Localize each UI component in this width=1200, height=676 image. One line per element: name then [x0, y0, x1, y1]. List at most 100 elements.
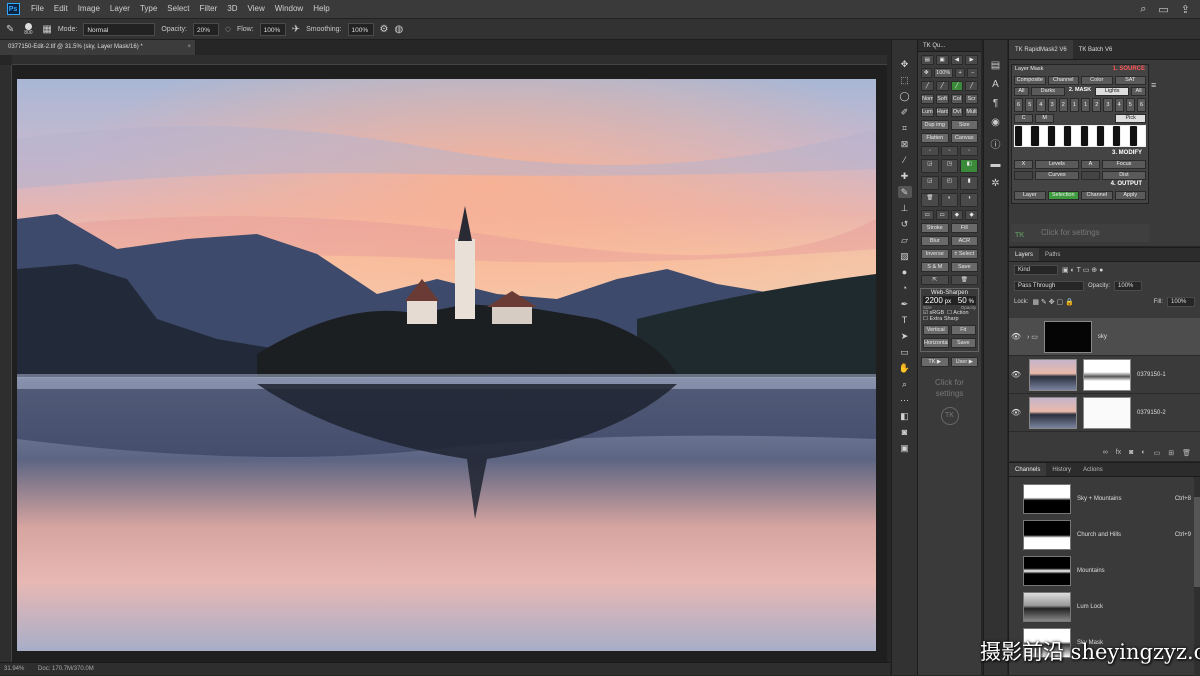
frame-tool-icon[interactable]: ⊠ [898, 138, 912, 150]
layer-opacity-field[interactable]: 100% [1114, 281, 1143, 291]
tab-paths[interactable]: Paths [1039, 248, 1066, 261]
output-layer-button[interactable]: Layer [1014, 191, 1046, 200]
vertical-ruler[interactable] [0, 65, 12, 662]
zone-key[interactable] [1031, 126, 1039, 146]
layer-filter-select[interactable]: Kind [1014, 265, 1058, 275]
inverse-button[interactable]: Inverse [921, 249, 949, 259]
zone-key[interactable] [1105, 126, 1113, 146]
pressure-opacity-icon[interactable]: ◌ [225, 24, 231, 35]
dot-icon[interactable]: ◦ [921, 146, 939, 156]
tab-rapidmask[interactable]: TK RapidMask2 V6 [1009, 40, 1073, 59]
curves-button[interactable]: Curves [1034, 171, 1079, 180]
channel-row[interactable]: Lum Lock [1009, 589, 1195, 625]
all-darks-button[interactable]: All [1014, 87, 1029, 96]
brush-tool-icon[interactable]: ✎ [6, 24, 14, 35]
zone-key[interactable] [1055, 126, 1064, 146]
plugin-icon[interactable]: ✲ [991, 178, 999, 189]
channel-row[interactable]: Mountains [1009, 553, 1195, 589]
tab-batch[interactable]: TK Batch V6 [1073, 40, 1119, 59]
pen-tool-icon[interactable]: ✒ [898, 298, 912, 310]
channel-name[interactable]: Church and Hills [1077, 532, 1175, 538]
layer-name[interactable]: sky [1098, 334, 1107, 340]
eye-icon[interactable]: 👁 [1009, 408, 1023, 417]
eye-icon[interactable]: 👁 [1009, 332, 1023, 341]
link-icon[interactable]: ∞ [1103, 449, 1108, 461]
zoom-100-button[interactable]: 100% [933, 68, 953, 78]
zone-key[interactable] [1047, 126, 1055, 146]
zone-1-light[interactable]: 1 [1081, 98, 1091, 112]
sat-button[interactable]: SAT [1114, 76, 1146, 85]
fx-icon[interactable]: fx [1116, 449, 1121, 461]
output-channel-button[interactable]: Channel [1081, 191, 1113, 200]
menu-filter[interactable]: Filter [195, 0, 223, 18]
zone-key[interactable] [1113, 126, 1121, 146]
eyedropper-tool-icon[interactable]: ⁄ [898, 154, 912, 166]
zone-4-dark[interactable]: 4 [1036, 98, 1046, 112]
horizontal-button[interactable]: Horizontal [923, 338, 949, 348]
new-layer-icon[interactable]: ⊞ [1168, 449, 1174, 461]
output-selection-button[interactable]: Selection [1047, 191, 1079, 200]
zone-2-light[interactable]: 2 [1092, 98, 1102, 112]
layer-row[interactable]: 👁 0379150-1 [1009, 356, 1200, 394]
hand-tool-icon[interactable]: ✋ [898, 362, 912, 374]
channel-row[interactable]: Church and Hills Ctrl+9 [1009, 517, 1195, 553]
type-tool-icon[interactable]: T [898, 314, 912, 326]
blend-hard-button[interactable]: Hard [935, 107, 949, 117]
canvas-button[interactable]: Canvas [950, 133, 978, 143]
gradient-tool-icon[interactable]: ▨ [898, 250, 912, 262]
zoom-level[interactable]: 31.94% [4, 666, 24, 672]
blend-mult-button[interactable]: Mult [965, 107, 978, 117]
layer-name[interactable]: 0379150-1 [1137, 372, 1166, 378]
zone-key[interactable] [1088, 126, 1096, 146]
menu-edit[interactable]: Edit [49, 0, 73, 18]
eye-icon[interactable]: 👁 [1009, 370, 1023, 379]
layer-icon-2[interactable]: ◳ [940, 159, 959, 173]
brush-settings-icon[interactable]: ▦ [42, 24, 51, 35]
blend-scr-button[interactable]: Scr [965, 94, 978, 104]
stroke-button[interactable]: Stroke [921, 223, 949, 233]
dup-img-button[interactable]: Dup img [921, 120, 949, 130]
prev-icon[interactable]: ◀ [950, 55, 964, 65]
lasso-tool-icon[interactable]: ◯ [898, 90, 912, 102]
channel-thumb[interactable] [1023, 484, 1071, 514]
websharpen-values[interactable]: 2200 px 50 % [923, 296, 976, 305]
channel-thumb[interactable] [1023, 520, 1071, 550]
tab-actions[interactable]: Actions [1077, 463, 1109, 476]
dodge-tool-icon[interactable]: ◔ [898, 282, 912, 294]
zone-6-light[interactable]: 6 [1136, 98, 1147, 112]
dist-button[interactable]: Dist [1101, 171, 1146, 180]
acr-button[interactable]: ACR [950, 236, 978, 246]
mask-icon-1[interactable]: ▭ [921, 210, 934, 220]
focus-button[interactable]: Focus [1101, 160, 1146, 169]
menu-layer[interactable]: Layer [105, 0, 135, 18]
flatten-button[interactable]: Flatten [921, 133, 949, 143]
blur-button[interactable]: Blur [921, 236, 949, 246]
close-icon[interactable]: × [187, 40, 191, 55]
horizontal-ruler[interactable] [12, 55, 887, 65]
quick-select-tool-icon[interactable]: ✐ [898, 106, 912, 118]
menu-help[interactable]: Help [308, 0, 334, 18]
ws-size-value[interactable]: 2200 [925, 296, 943, 305]
brush-white-icon[interactable]: ╱ [935, 81, 949, 91]
stamp-tool-icon[interactable]: ⊥ [898, 202, 912, 214]
flow-field[interactable]: 100% [259, 22, 286, 36]
mask-icon-4[interactable]: ◆ [965, 210, 978, 220]
open-icon[interactable]: ▤ [921, 55, 934, 65]
zone-key[interactable] [1015, 126, 1023, 146]
channel-thumb[interactable] [1023, 556, 1071, 586]
filter-icons[interactable]: ▣ ◐ T ▭ ⊕ ● [1062, 266, 1103, 274]
eraser-tool-icon[interactable]: ▱ [898, 234, 912, 246]
zone-3-light[interactable]: 3 [1103, 98, 1113, 112]
dot-icon-3[interactable]: ◦ [960, 146, 979, 156]
ws-save-button[interactable]: Save [950, 338, 976, 348]
screen-mode-icon[interactable]: ▣ [898, 442, 912, 454]
rm-menu-icon[interactable]: ≡ [1151, 80, 1156, 90]
zone-key[interactable] [1096, 126, 1105, 146]
shape-tool-icon[interactable]: ▭ [898, 346, 912, 358]
brush-green-icon[interactable]: ╱ [950, 81, 964, 91]
history-icon[interactable]: ▤ [991, 60, 1000, 71]
brush-preset-picker[interactable]: 800 [20, 22, 36, 36]
menu-type[interactable]: Type [135, 0, 162, 18]
document-tab[interactable]: 0377150-Edit-2.tif @ 31.5% (sky, Layer M… [0, 40, 196, 55]
channel-row[interactable]: Sky + Mountains Ctrl+8 [1009, 481, 1195, 517]
